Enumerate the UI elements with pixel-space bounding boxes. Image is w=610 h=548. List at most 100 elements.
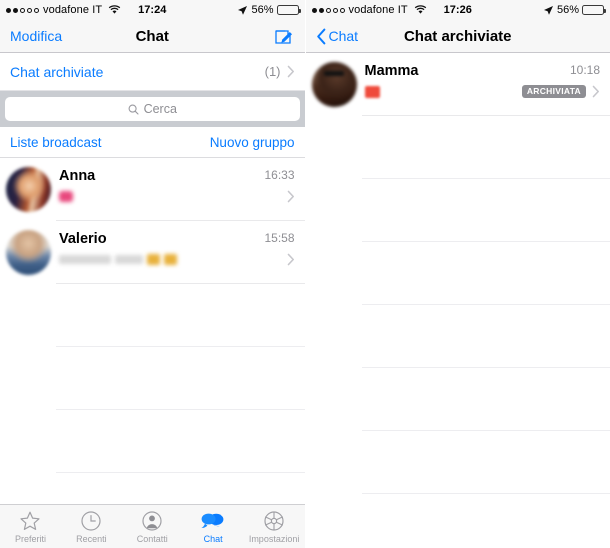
- redaction-block: [164, 254, 177, 265]
- nav-bar-right: Chat Chat archiviate: [305, 20, 610, 53]
- chat-preview-redacted: [364, 85, 522, 98]
- empty-list-row: [306, 494, 610, 548]
- chat-contact-name: Anna: [59, 168, 96, 184]
- empty-rows-right: [305, 116, 610, 548]
- empty-list-row: [306, 305, 610, 368]
- archived-count: (1): [264, 64, 281, 79]
- tab-recenti[interactable]: Recenti: [61, 509, 122, 544]
- battery-icon: [582, 5, 606, 15]
- status-bar-right-group: 56%: [543, 4, 606, 16]
- empty-list-row: [306, 179, 610, 242]
- status-badge: ARCHIVIATA: [521, 85, 586, 98]
- search-input[interactable]: Cerca: [5, 97, 300, 121]
- edit-button-label: Modifica: [10, 28, 63, 44]
- nav-bar-left: Modifica Chat: [0, 20, 305, 53]
- status-bar-left-group: vodafone IT: [311, 4, 427, 16]
- search-bar-container: Cerca: [0, 91, 305, 127]
- chat-list-item[interactable]: Anna 16:33: [0, 158, 305, 221]
- tab-preferiti[interactable]: Preferiti: [0, 509, 61, 544]
- avatar: [6, 167, 51, 212]
- chevron-right-icon: [287, 190, 294, 203]
- chat-list-item[interactable]: Valerio 15:58: [0, 221, 305, 284]
- archived-chats-label: Chat archiviate: [10, 63, 104, 80]
- chat-preview-redacted: [59, 191, 264, 202]
- edit-button[interactable]: Modifica: [10, 28, 62, 44]
- chat-bubbles-icon: [201, 509, 225, 533]
- chat-item-content: Mamma: [364, 62, 522, 98]
- signal-strength-icon: [311, 7, 345, 13]
- empty-list-row: [0, 347, 305, 410]
- redaction-block: [115, 255, 143, 264]
- chat-item-meta-bottom: [287, 190, 295, 203]
- signal-strength-icon: [6, 7, 39, 13]
- carrier-label: vodafone IT: [43, 4, 103, 16]
- chat-list-item[interactable]: Mamma 10:18 ARCHIVIATA: [306, 53, 610, 116]
- chat-contact-name: Mamma: [364, 63, 419, 79]
- battery-percent-label: 56%: [251, 4, 274, 16]
- tab-contatti[interactable]: Contatti: [122, 509, 183, 544]
- search-placeholder: Cerca: [143, 102, 177, 116]
- compose-icon: [274, 29, 292, 44]
- empty-list-row: [0, 410, 305, 473]
- wifi-icon: [414, 5, 426, 14]
- compose-button[interactable]: [274, 26, 295, 47]
- chat-preview-redacted: [59, 254, 264, 265]
- dual-screenshot: vodafone IT 17:24 56% Modifica Chat Chat…: [0, 0, 610, 548]
- chat-timestamp: 10:18: [569, 63, 600, 77]
- redaction-block: [59, 191, 73, 202]
- chat-item-meta-bottom: [287, 253, 295, 266]
- chevron-left-icon: [316, 28, 325, 44]
- tab-impostazioni[interactable]: Impostazioni: [244, 509, 305, 544]
- empty-list-row: [306, 116, 610, 179]
- redaction-block: [364, 85, 380, 98]
- chat-item-meta-bottom: ARCHIVIATA: [521, 85, 600, 98]
- empty-rows-left: [0, 284, 305, 473]
- new-group-button[interactable]: Nuovo gruppo: [210, 135, 295, 150]
- battery-percent-label: 56%: [556, 4, 579, 16]
- gear-icon: [263, 509, 285, 533]
- archived-chats-meta: (1): [265, 64, 295, 79]
- chevron-right-icon: [287, 253, 294, 266]
- empty-list-row: [306, 431, 610, 494]
- tab-label: Impostazioni: [248, 534, 300, 544]
- location-arrow-icon: [238, 5, 248, 15]
- archived-chats-row[interactable]: Chat archiviate (1): [0, 53, 305, 91]
- chat-item-meta: 10:18 ARCHIVIATA: [521, 62, 600, 98]
- search-icon: [128, 104, 139, 115]
- status-bar-left-group: vodafone IT: [6, 4, 121, 16]
- tab-label: Preferiti: [14, 534, 46, 544]
- chat-list: Anna 16:33 Valerio 15:58: [0, 158, 305, 473]
- empty-list-row: [306, 242, 610, 305]
- chat-item-content: Anna: [59, 167, 264, 202]
- chat-item-meta: 15:58: [264, 230, 295, 266]
- battery-icon: [276, 5, 301, 15]
- empty-list-row: [306, 368, 610, 431]
- chat-timestamp: 16:33: [264, 168, 295, 182]
- status-bar-left: vodafone IT 17:24 56%: [0, 0, 305, 20]
- broadcast-lists-button[interactable]: Liste broadcast: [10, 135, 102, 150]
- status-bar-right: vodafone IT 17:26 56%: [305, 0, 610, 20]
- phone-screen-archived-chats: vodafone IT 17:26 56% Chat Chat archivia…: [305, 0, 610, 548]
- phone-screen-chat-list: vodafone IT 17:24 56% Modifica Chat Chat…: [0, 0, 306, 548]
- chat-item-meta: 16:33: [264, 167, 295, 203]
- status-bar-right-group: 56%: [237, 4, 301, 16]
- chat-contact-name: Valerio: [59, 231, 107, 247]
- wifi-icon: [108, 5, 121, 14]
- avatar: [311, 62, 357, 107]
- person-icon: [141, 509, 163, 533]
- chevron-right-icon: [287, 65, 294, 78]
- location-arrow-icon: [543, 5, 553, 15]
- list-actions-row: Liste broadcast Nuovo gruppo: [0, 127, 305, 158]
- tab-label: Contatti: [136, 534, 168, 544]
- clock-icon: [80, 509, 102, 533]
- tab-bar: Preferiti Recenti Contatti Chat Impostaz…: [0, 504, 305, 548]
- redaction-block: [59, 255, 111, 264]
- back-button[interactable]: Chat: [316, 28, 358, 45]
- redaction-block: [147, 254, 160, 265]
- tab-label: Recenti: [76, 534, 107, 544]
- chat-timestamp: 15:58: [264, 231, 295, 245]
- carrier-label: vodafone IT: [348, 4, 408, 16]
- tab-chat[interactable]: Chat: [183, 509, 244, 544]
- empty-list-row: [0, 284, 305, 347]
- archived-chat-list: Mamma 10:18 ARCHIVIATA: [305, 53, 610, 548]
